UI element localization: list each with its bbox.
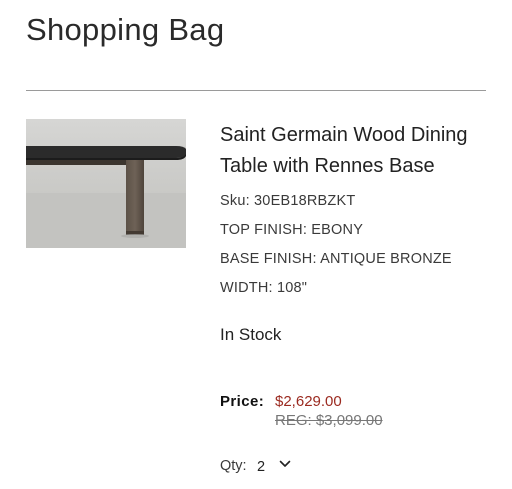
product-width: WIDTH: 108" xyxy=(220,280,308,296)
header-divider xyxy=(26,90,486,91)
quantity-select[interactable]: 2 xyxy=(252,456,291,478)
stock-status: In Stock xyxy=(220,325,282,344)
product-photo-table-icon xyxy=(26,119,186,248)
product-base-finish: BASE FINISH: ANTIQUE BRONZE xyxy=(220,251,452,267)
product-sku: Sku: 30EB18RBZKT xyxy=(220,193,356,209)
page-title: Shopping Bag xyxy=(26,12,225,47)
quantity-value: 2 xyxy=(257,459,266,475)
price-label: Price: xyxy=(220,393,265,410)
product-top-finish: TOP FINISH: EBONY xyxy=(220,222,364,238)
product-name[interactable]: Saint Germain Wood Dining Table with Ren… xyxy=(220,120,495,182)
sale-price: $2,629.00 xyxy=(275,393,342,410)
product-image[interactable] xyxy=(26,119,186,248)
quantity-label: Qty: xyxy=(220,458,247,474)
regular-price: REG: $3,099.00 xyxy=(275,412,383,429)
chevron-down-icon xyxy=(279,460,291,467)
